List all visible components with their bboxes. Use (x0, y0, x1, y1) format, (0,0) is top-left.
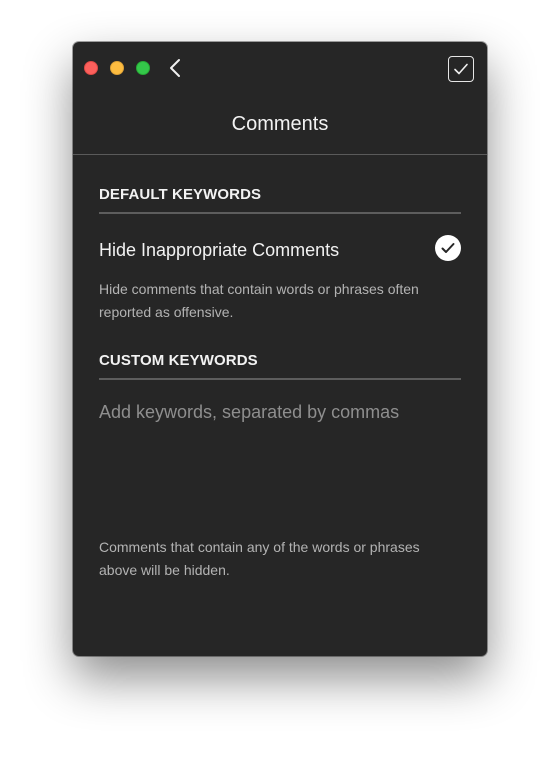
page-title: Comments (231, 113, 329, 135)
close-window-button[interactable] (84, 61, 98, 75)
default-keywords-heading: DEFAULT KEYWORDS (99, 186, 262, 203)
custom-keywords-note: Comments that contain any of the words o… (99, 539, 420, 578)
minimize-window-button[interactable] (110, 61, 124, 75)
hide-inappropriate-comments-toggle[interactable] (435, 235, 461, 261)
custom-keywords-divider (99, 378, 461, 380)
checkmark-square-icon (454, 63, 468, 75)
maximize-window-button[interactable] (136, 61, 150, 75)
back-button[interactable] (167, 58, 185, 78)
header-divider (73, 154, 487, 155)
custom-keywords-heading: CUSTOM KEYWORDS (99, 352, 258, 369)
hide-inappropriate-description: Hide comments that contain words or phra… (99, 281, 419, 320)
done-button[interactable] (448, 56, 474, 82)
custom-keywords-input[interactable] (95, 398, 469, 526)
comments-settings-window: Comments DEFAULT KEYWORDS Hide Inappropr… (73, 42, 487, 656)
chevron-left-icon (170, 59, 180, 77)
default-keywords-divider (99, 212, 461, 214)
hide-inappropriate-comments-label[interactable]: Hide Inappropriate Comments (99, 240, 339, 261)
checkmark-icon (441, 243, 455, 253)
